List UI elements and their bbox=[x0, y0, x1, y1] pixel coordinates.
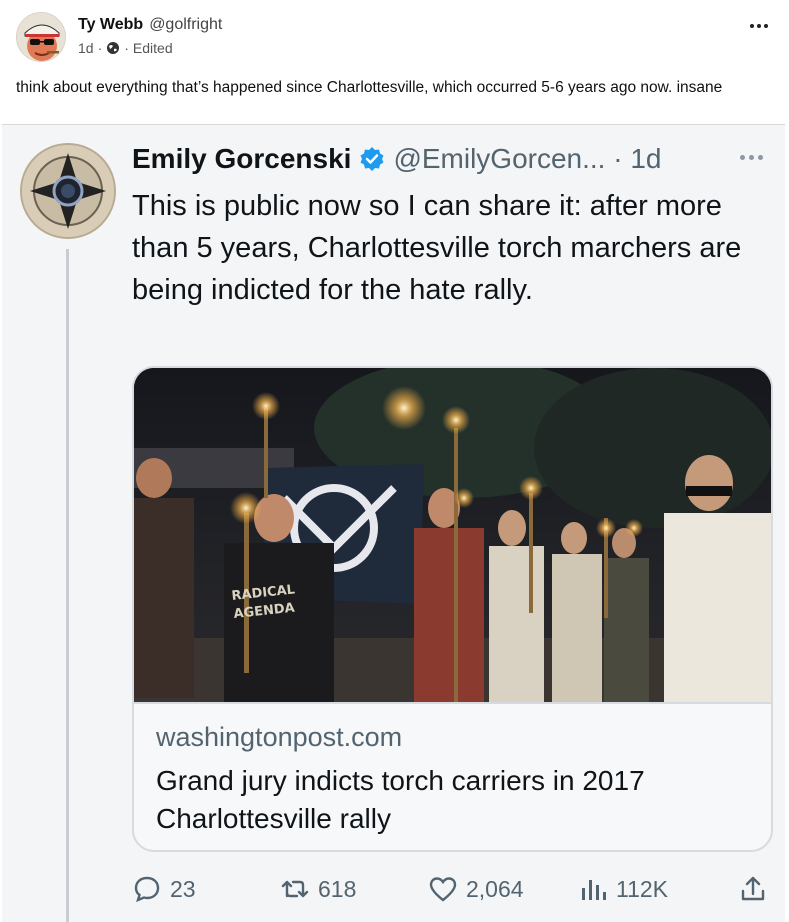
reply-action: 23 bbox=[132, 869, 196, 909]
share-action bbox=[738, 869, 768, 909]
repost-action: 618 bbox=[280, 869, 356, 909]
heart-icon bbox=[429, 877, 457, 902]
reply-count: 23 bbox=[170, 875, 196, 902]
embedded-handle-and-time: @EmilyGorcen... · 1d bbox=[393, 143, 662, 174]
avatar[interactable] bbox=[16, 12, 66, 62]
like-action: 2,064 bbox=[428, 869, 524, 909]
author-handle[interactable]: @golfright bbox=[149, 16, 222, 33]
article-photo: RADICAL AGENDA bbox=[134, 368, 771, 702]
embedded-tweet-image[interactable]: Emily Gorcenski @EmilyGorcen... · 1d Thi… bbox=[2, 124, 785, 922]
embedded-action-bar: 23 618 2,064 112K bbox=[132, 869, 772, 909]
card-title: Grand jury indicts torch carriers in 201… bbox=[156, 765, 645, 834]
card-domain: washingtonpost.com bbox=[156, 722, 403, 752]
cartoon-golfer-avatar-icon bbox=[17, 13, 65, 61]
author-row: Ty Webb @golfright bbox=[78, 16, 222, 34]
globe-icon bbox=[107, 42, 120, 54]
thread-line bbox=[66, 249, 69, 922]
post-meta: 1d · · Edited bbox=[78, 40, 173, 56]
torch-march-photo: RADICAL AGENDA bbox=[134, 368, 771, 702]
views-chart-icon bbox=[582, 880, 606, 900]
embedded-tweet-header: Emily Gorcenski @EmilyGorcen... · 1d bbox=[132, 143, 662, 175]
more-options-icon[interactable] bbox=[745, 18, 773, 34]
edited-label[interactable]: Edited bbox=[133, 40, 173, 56]
verified-badge-icon bbox=[360, 147, 384, 171]
views-count: 112K bbox=[616, 875, 669, 902]
embedded-tweet-body: This is public now so I can share it: af… bbox=[132, 190, 742, 306]
post-age[interactable]: 1d bbox=[78, 40, 94, 56]
card-divider bbox=[134, 702, 771, 704]
meta-separator: · bbox=[124, 40, 129, 56]
reply-icon bbox=[134, 876, 160, 903]
emblem-avatar-icon bbox=[22, 145, 114, 237]
repost-icon bbox=[281, 880, 309, 898]
views-action: 112K bbox=[578, 869, 668, 909]
meta-separator: · bbox=[97, 40, 103, 56]
post-text: think about everything that’s happened s… bbox=[16, 79, 723, 96]
repost-count: 618 bbox=[318, 875, 357, 902]
author-name[interactable]: Ty Webb bbox=[78, 16, 143, 33]
like-count: 2,064 bbox=[466, 875, 524, 902]
embedded-more-icon bbox=[735, 151, 767, 163]
embedded-author-name: Emily Gorcenski bbox=[132, 143, 352, 174]
embedded-author-avatar bbox=[20, 143, 116, 239]
post-header: Ty Webb @golfright 1d · · Edited bbox=[16, 12, 773, 62]
share-icon bbox=[741, 876, 765, 901]
link-card: RADICAL AGENDA washingtonpost.com Grand … bbox=[132, 366, 773, 852]
